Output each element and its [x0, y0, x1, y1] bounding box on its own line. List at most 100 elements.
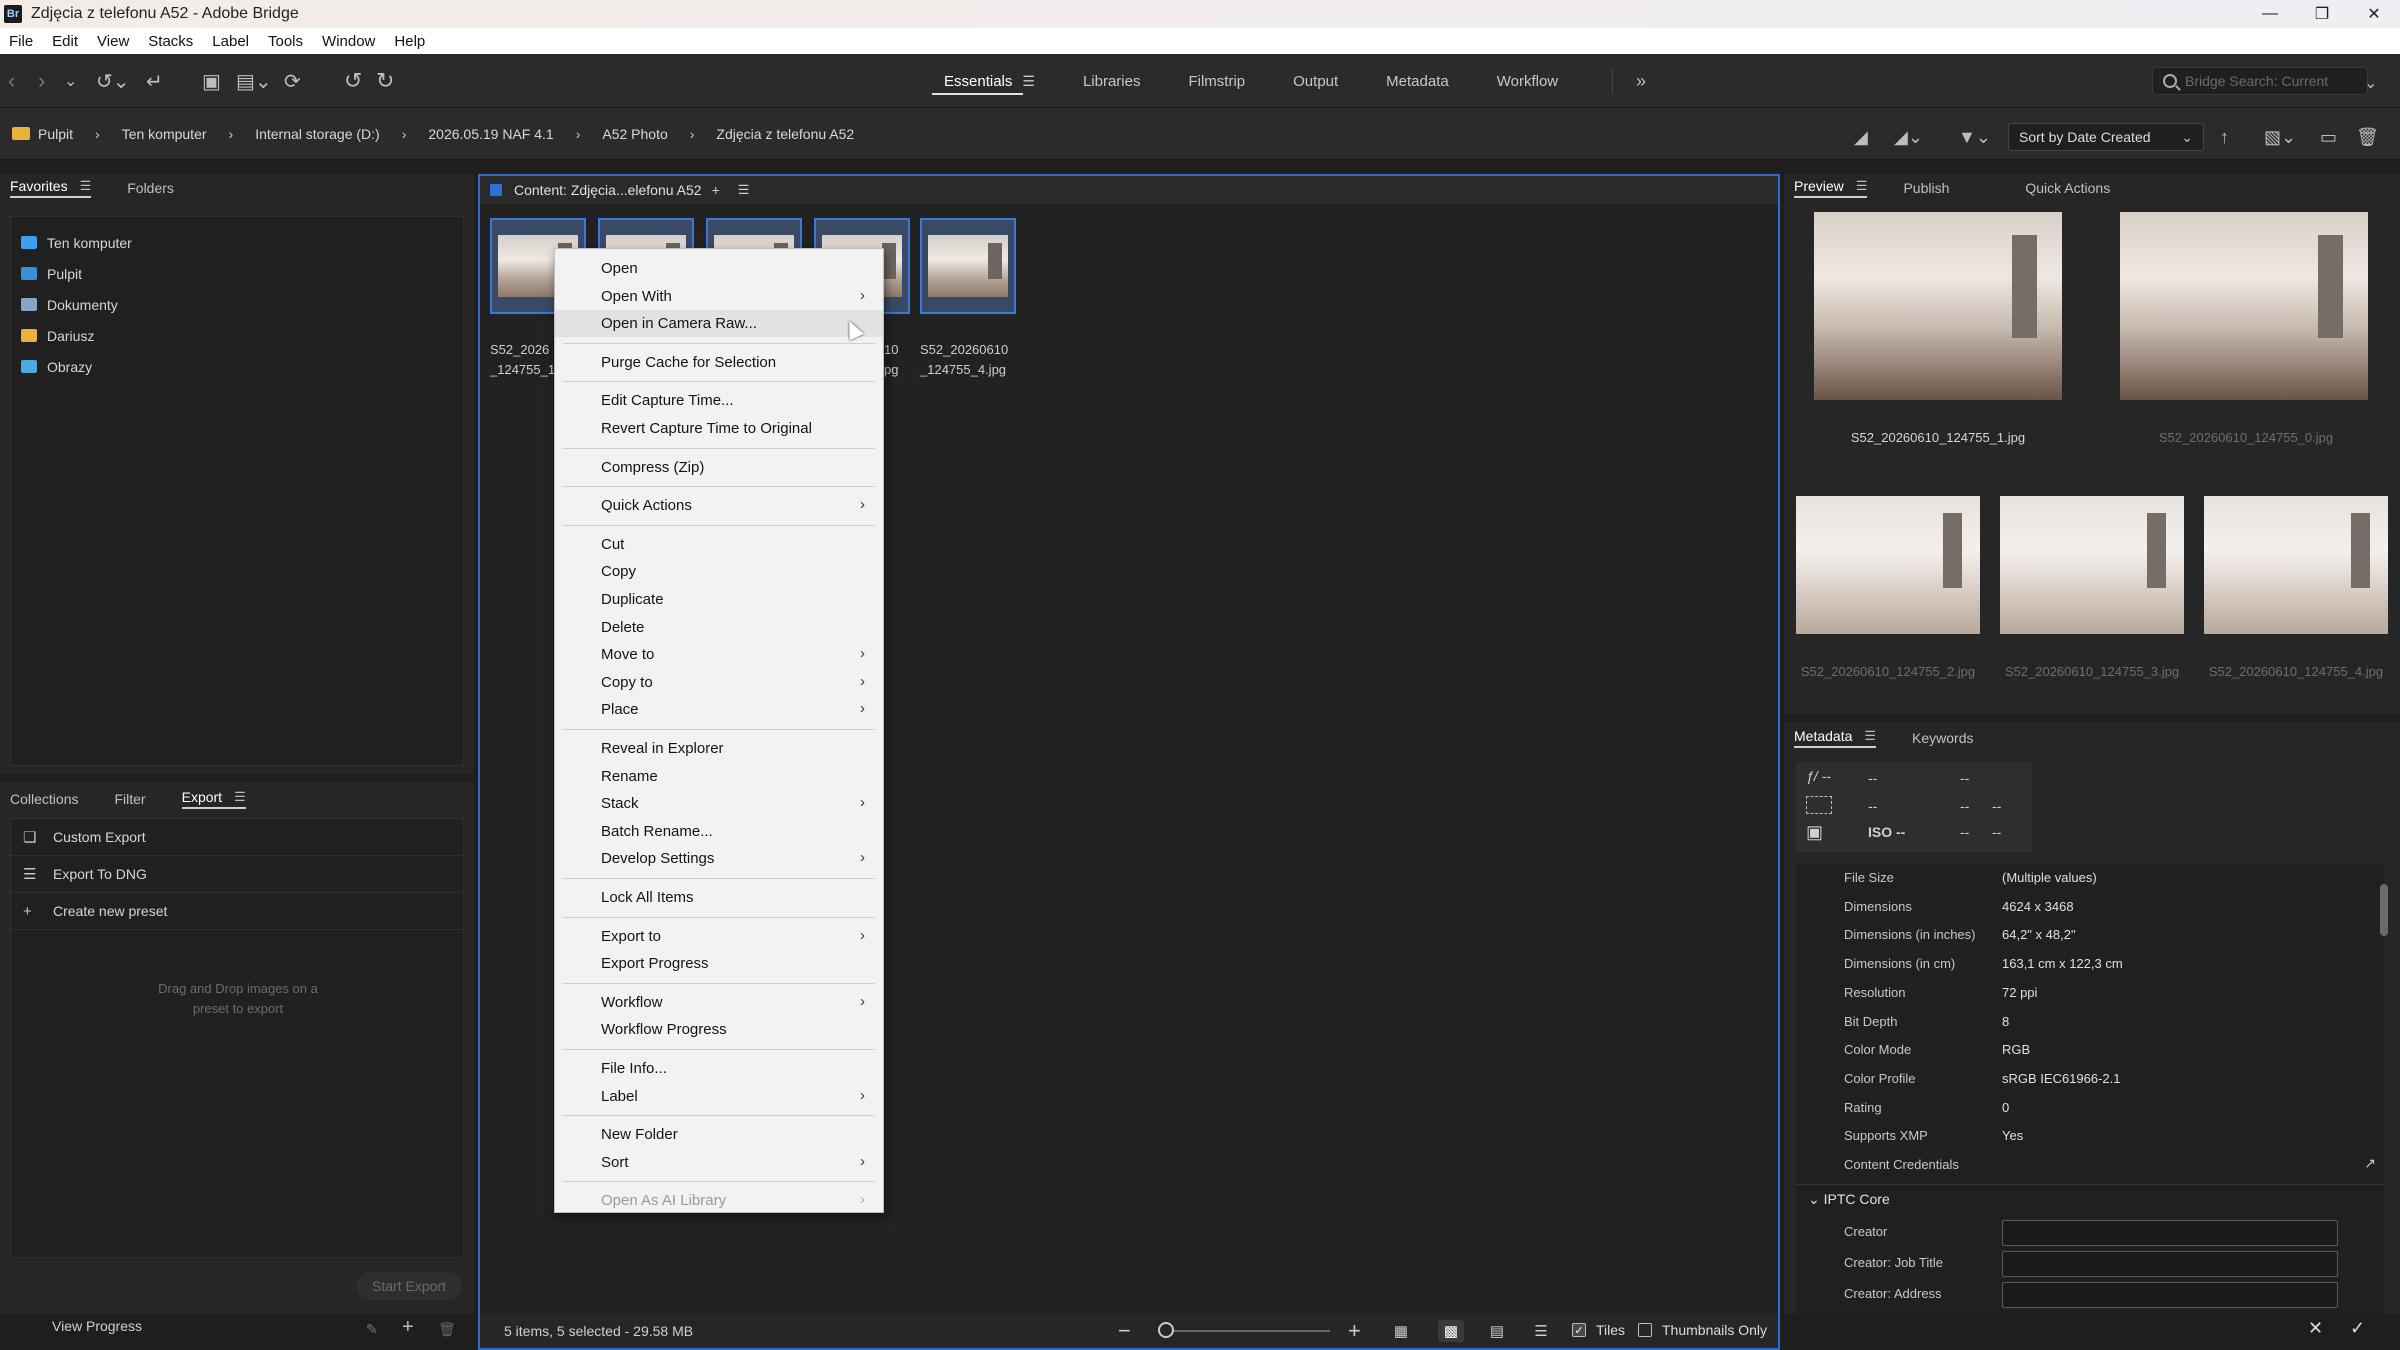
view-list-icon[interactable]: ☰ — [1528, 1320, 1554, 1342]
context-menu-item[interactable]: Stack › — [555, 790, 883, 817]
context-menu-item[interactable]: Label › — [555, 1083, 883, 1110]
context-menu-item[interactable]: Copy — [555, 558, 883, 585]
external-link-icon[interactable]: ↗ — [2364, 1155, 2376, 1172]
menu-edit[interactable]: Edit — [52, 33, 78, 50]
favorite-item[interactable]: Dariusz — [11, 320, 463, 351]
menu-view[interactable]: View — [97, 33, 129, 50]
context-menu-item[interactable]: File Info... — [555, 1055, 883, 1082]
export-preset-item[interactable]: ☰ Export To DNG — [11, 856, 463, 893]
context-menu-item[interactable]: Purge Cache for Selection — [555, 349, 883, 376]
create-preset-item[interactable]: + Create new preset — [11, 893, 463, 930]
context-menu-item[interactable]: Reveal in Explorer — [555, 735, 883, 762]
metadata-scrollbar[interactable] — [2380, 884, 2388, 936]
workspace-workflow[interactable]: Workflow — [1473, 54, 1582, 108]
start-export-button[interactable]: Start Export — [356, 1272, 462, 1300]
zoom-slider-handle[interactable] — [1158, 1322, 1174, 1338]
chevron-right-icon[interactable]: › — [95, 126, 100, 142]
tab-export[interactable]: Export ☰ — [181, 789, 246, 809]
chevron-right-icon[interactable]: › — [402, 126, 407, 142]
grid-lock-icon[interactable]: ▦ — [1388, 1320, 1414, 1342]
tiles-checkbox[interactable]: ✓ — [1572, 1323, 1586, 1337]
tab-keywords[interactable]: Keywords — [1912, 730, 1973, 746]
breadcrumb-item[interactable]: Zdjęcia z telefonu A52 — [716, 126, 854, 142]
workspace-filmstrip[interactable]: Filmstrip — [1164, 54, 1269, 108]
favorite-item[interactable]: Pulpit — [11, 258, 463, 289]
breadcrumb-item[interactable]: 2026.05.19 NAF 4.1 — [428, 126, 553, 142]
bridge-search-input[interactable]: Bridge Search: Current — [2152, 67, 2368, 95]
workspace-metadata[interactable]: Metadata — [1362, 54, 1473, 108]
open-recent-icon[interactable]: ▧⌄ — [2264, 124, 2296, 150]
context-menu-item[interactable]: New Folder — [555, 1121, 883, 1148]
iptc-field-input[interactable] — [2002, 1219, 2338, 1246]
menu-help[interactable]: Help — [394, 33, 425, 50]
export-preset-item[interactable]: ❏ Custom Export — [11, 819, 463, 856]
tab-folders[interactable]: Folders — [127, 180, 174, 196]
chevron-down-icon[interactable]: ⌄ — [64, 68, 77, 94]
thumbnails-only-checkbox[interactable] — [1638, 1323, 1652, 1337]
preview-image[interactable] — [2204, 496, 2388, 634]
preview-image[interactable] — [1814, 212, 2062, 400]
iptc-field-input[interactable] — [2002, 1281, 2338, 1308]
hamburger-menu-icon[interactable]: ☰ — [1856, 178, 1868, 194]
refine-icon[interactable]: ▤⌄ — [236, 68, 272, 94]
tab-preview[interactable]: Preview ☰ — [1794, 178, 1868, 198]
workspace-output[interactable]: Output — [1269, 54, 1362, 108]
new-folder-icon[interactable]: ▭ — [2320, 124, 2337, 150]
favorite-item[interactable]: Obrazy — [11, 351, 463, 382]
trash-icon[interactable]: 🗑 — [2356, 124, 2379, 150]
maximize-icon[interactable]: ❐ — [2296, 0, 2348, 28]
rating-filter-icon[interactable]: ◢⌄ — [1894, 124, 1923, 150]
context-menu-item[interactable]: Compress (Zip) — [555, 454, 883, 481]
context-menu-item[interactable]: Delete — [555, 614, 883, 641]
context-menu-item[interactable]: Copy to › — [555, 669, 883, 696]
chevron-right-icon[interactable]: › — [576, 126, 581, 142]
context-menu-item[interactable]: Export Progress — [555, 950, 883, 977]
tab-collections[interactable]: Collections — [10, 791, 78, 807]
context-menu-item[interactable]: Cut — [555, 531, 883, 558]
view-details-icon[interactable]: ▤ — [1484, 1320, 1510, 1342]
trash-icon[interactable]: 🗑 — [438, 1316, 456, 1342]
favorite-item[interactable]: Dokumenty — [11, 289, 463, 320]
context-menu-item[interactable]: Sort › — [555, 1149, 883, 1176]
breadcrumb-item[interactable]: A52 Photo — [602, 126, 667, 142]
context-menu-item[interactable]: Duplicate — [555, 586, 883, 613]
forward-icon[interactable]: › — [38, 68, 45, 94]
context-menu-item[interactable]: Place › — [555, 696, 883, 723]
menu-file[interactable]: File — [9, 33, 33, 50]
hamburger-menu-icon[interactable]: ☰ — [1022, 73, 1035, 90]
rotate-left-icon[interactable]: ↺ — [344, 68, 362, 94]
camera-import-icon[interactable]: ▣ — [202, 68, 221, 94]
menu-label[interactable]: Label — [212, 33, 249, 50]
hamburger-menu-icon[interactable]: ☰ — [80, 178, 92, 194]
thumbnail[interactable] — [920, 218, 1016, 314]
plus-icon[interactable]: + — [402, 1314, 414, 1340]
context-menu-item[interactable]: Workflow › — [555, 989, 883, 1016]
more-workspaces-icon[interactable]: » — [1636, 68, 1646, 94]
pencil-icon[interactable]: ✎ — [366, 1316, 378, 1342]
favorite-item[interactable]: Ten komputer — [11, 227, 463, 258]
context-menu-item[interactable]: Lock All Items — [555, 884, 883, 911]
context-menu-item[interactable]: Batch Rename... — [555, 818, 883, 845]
menu-tools[interactable]: Tools — [268, 33, 303, 50]
view-progress-link[interactable]: View Progress — [52, 1318, 142, 1334]
apply-check-icon[interactable]: ✓ — [2350, 1318, 2365, 1339]
minimize-icon[interactable]: — — [2244, 0, 2296, 28]
breadcrumb-item[interactable]: Ten komputer — [122, 126, 207, 142]
plus-icon[interactable]: + — [712, 182, 720, 198]
context-menu-item[interactable]: Workflow Progress — [555, 1016, 883, 1043]
sort-ascending-icon[interactable]: ↑ — [2220, 124, 2229, 150]
recent-history-icon[interactable]: ↺⌄ — [96, 68, 130, 94]
chevron-down-icon[interactable]: ⌄ — [2364, 70, 2377, 96]
tab-publish[interactable]: Publish — [1903, 180, 1949, 196]
menu-window[interactable]: Window — [322, 33, 375, 50]
close-icon[interactable]: ✕ — [2348, 0, 2400, 28]
zoom-out-icon[interactable]: − — [1118, 1318, 1131, 1344]
quality-icon[interactable]: ◢ — [1854, 124, 1868, 150]
zoom-in-icon[interactable]: + — [1348, 1318, 1361, 1344]
iptc-field-input[interactable] — [2002, 1250, 2338, 1277]
context-menu-item[interactable]: Move to › — [555, 641, 883, 668]
hamburger-menu-icon[interactable]: ☰ — [738, 182, 750, 198]
cancel-icon[interactable]: ✕ — [2308, 1318, 2323, 1339]
breadcrumb-item[interactable]: Pulpit — [12, 126, 73, 142]
context-menu-item[interactable]: Open in Camera Raw... — [555, 310, 883, 338]
